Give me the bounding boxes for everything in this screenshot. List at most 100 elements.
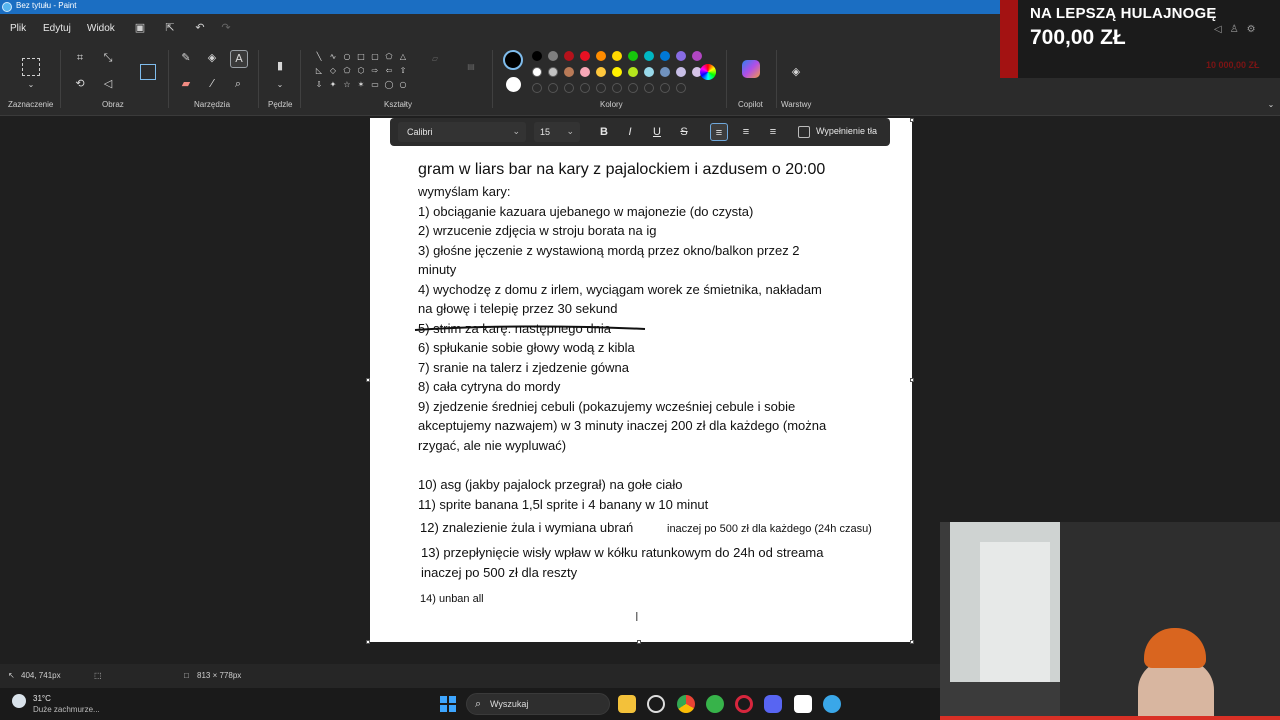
shape-line-icon[interactable]: ╲	[314, 52, 324, 62]
color-swatch[interactable]	[644, 51, 654, 61]
fill-bucket-icon[interactable]: ◈	[204, 50, 220, 66]
custom-color-slot[interactable]	[612, 83, 622, 93]
windows-start-icon[interactable]	[440, 696, 456, 712]
font-family-select[interactable]: Calibri ⌄	[398, 122, 526, 142]
custom-color-slot[interactable]	[660, 83, 670, 93]
menu-edit[interactable]: Edytuj	[43, 23, 71, 34]
color-swatch[interactable]	[596, 51, 606, 61]
shape-star5-icon[interactable]: ☆	[342, 80, 352, 90]
resize-handle[interactable]	[910, 378, 914, 382]
menu-view[interactable]: Widok	[87, 23, 115, 34]
shape-rounded-rect-icon[interactable]: ▢	[370, 52, 380, 62]
shape-rectangle-icon[interactable]: □	[356, 52, 366, 62]
file-explorer-icon[interactable]	[618, 695, 636, 713]
chrome-icon[interactable]	[677, 695, 695, 713]
custom-color-slot[interactable]	[580, 83, 590, 93]
rotate-icon[interactable]: ⟲	[72, 76, 88, 92]
color-swatch[interactable]	[676, 67, 686, 77]
align-right-button[interactable]: ≡	[764, 123, 782, 141]
shape-arrow-right-icon[interactable]: ⇨	[370, 66, 380, 76]
color-swatch[interactable]	[660, 51, 670, 61]
undo-icon[interactable]: ↶	[193, 21, 207, 35]
redo-icon[interactable]: ↷	[219, 21, 233, 35]
color-swatch[interactable]	[564, 67, 574, 77]
shape-callout-oval-icon[interactable]: ◯	[384, 80, 394, 90]
weather-description[interactable]: Duże zachmurze...	[33, 705, 100, 714]
selection-dropdown-icon[interactable]: ⌄	[26, 80, 36, 90]
shape-triangle-icon[interactable]: △	[398, 52, 408, 62]
shape-arrow-down-icon[interactable]: ⇩	[314, 80, 324, 90]
custom-color-slot[interactable]	[676, 83, 686, 93]
taskbar-search[interactable]: ⌕ Wyszukaj	[466, 693, 610, 715]
shape-arrow-up-icon[interactable]: ⇧	[398, 66, 408, 76]
steam-icon[interactable]	[647, 695, 665, 713]
color-swatch[interactable]	[612, 51, 622, 61]
browser-icon[interactable]	[706, 695, 724, 713]
bold-button[interactable]: B	[595, 123, 613, 141]
shape-callout-cloud-icon[interactable]: ○	[398, 80, 408, 90]
color-swatch[interactable]	[644, 67, 654, 77]
align-left-button[interactable]: ≡	[710, 123, 728, 141]
custom-color-slot[interactable]	[548, 83, 558, 93]
flip-icon[interactable]: ◁	[100, 76, 116, 92]
custom-color-slot[interactable]	[564, 83, 574, 93]
crop-icon[interactable]: ⌗	[72, 50, 88, 66]
italic-button[interactable]: I	[621, 123, 639, 141]
color-swatch[interactable]	[548, 51, 558, 61]
shape-oval-icon[interactable]: ○	[342, 52, 352, 62]
shape-callout-rect-icon[interactable]: ▭	[370, 80, 380, 90]
text-tool-icon[interactable]: A	[230, 50, 248, 68]
magnifier-icon[interactable]: ⌕	[230, 76, 246, 92]
shape-star4-icon[interactable]: ✦	[328, 80, 338, 90]
color-swatch[interactable]	[596, 67, 606, 77]
color-swatch[interactable]	[676, 51, 686, 61]
color-swatch[interactable]	[692, 51, 702, 61]
resize-handle[interactable]	[366, 640, 370, 644]
capcut-icon[interactable]	[794, 695, 812, 713]
shape-polygon-icon[interactable]: ⬠	[384, 52, 394, 62]
paint-taskbar-icon[interactable]	[823, 695, 841, 713]
color-picker-icon[interactable]: ⁄	[204, 76, 220, 92]
custom-color-slot[interactable]	[628, 83, 638, 93]
shape-outline-icon[interactable]: ▱	[430, 54, 440, 64]
edit-colors-icon[interactable]	[700, 64, 716, 80]
resize-handle[interactable]	[637, 640, 641, 644]
color-swatch[interactable]	[628, 51, 638, 61]
color-swatch[interactable]	[580, 67, 590, 77]
secondary-color-swatch[interactable]	[506, 77, 521, 92]
ribbon-collapse-icon[interactable]: ⌄	[1266, 100, 1276, 110]
eraser-icon[interactable]: ▰	[178, 76, 194, 92]
share-icon[interactable]: ⇱	[163, 21, 177, 35]
opera-icon[interactable]	[735, 695, 753, 713]
custom-color-slot[interactable]	[532, 83, 542, 93]
color-swatch[interactable]	[548, 67, 558, 77]
shape-curve-icon[interactable]: ∿	[328, 52, 338, 62]
copilot-icon[interactable]	[742, 60, 760, 78]
primary-color-swatch[interactable]	[503, 50, 523, 70]
shape-pentagon-icon[interactable]: ⬠	[342, 66, 352, 76]
color-swatch[interactable]	[628, 67, 638, 77]
brush-dropdown-icon[interactable]: ⌄	[275, 80, 285, 90]
shape-hexagon-icon[interactable]: ⬡	[356, 66, 366, 76]
color-swatch[interactable]	[612, 67, 622, 77]
discord-icon[interactable]	[764, 695, 782, 713]
font-size-select[interactable]: 15 ⌄	[534, 122, 580, 142]
save-icon[interactable]: ▣	[133, 21, 147, 35]
selection-tool-icon[interactable]	[22, 58, 40, 76]
shape-right-triangle-icon[interactable]: ◺	[314, 66, 324, 76]
layers-icon[interactable]: ◈	[788, 64, 804, 80]
shape-arrow-left-icon[interactable]: ⇦	[384, 66, 394, 76]
menu-file[interactable]: Plik	[10, 23, 26, 34]
align-center-button[interactable]: ≡	[737, 123, 755, 141]
color-swatch[interactable]	[564, 51, 574, 61]
resize-handle[interactable]	[366, 378, 370, 382]
pencil-icon[interactable]: ✎	[178, 50, 194, 66]
color-swatch[interactable]	[532, 67, 542, 77]
resize-handle[interactable]	[910, 640, 914, 644]
color-swatch[interactable]	[532, 51, 542, 61]
underline-button[interactable]: U	[648, 123, 666, 141]
custom-color-slot[interactable]	[596, 83, 606, 93]
resize-icon[interactable]: ⤡	[100, 50, 116, 66]
color-swatch[interactable]	[580, 51, 590, 61]
strikethrough-button[interactable]: S	[675, 123, 693, 141]
